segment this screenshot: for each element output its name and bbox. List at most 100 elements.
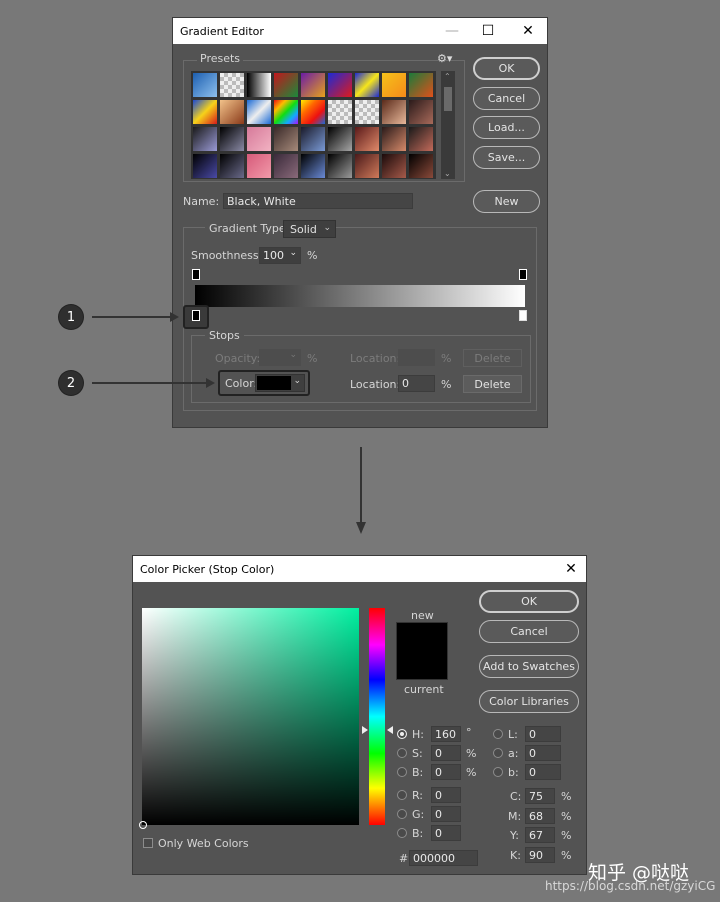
color-stop-right[interactable]: [519, 310, 527, 321]
preset-swatch[interactable]: [327, 126, 353, 152]
preset-swatch[interactable]: [300, 72, 326, 98]
opacity-stop-right[interactable]: [519, 269, 527, 280]
callout-marker-1: 1: [59, 305, 83, 329]
preset-swatch[interactable]: [192, 99, 218, 125]
preset-swatch[interactable]: [327, 99, 353, 125]
hue-pointer-right-icon[interactable]: [387, 726, 393, 734]
hue-pointer-left-icon[interactable]: [362, 726, 368, 734]
l-label: L:: [508, 728, 518, 741]
hex-input[interactable]: 000000: [409, 850, 478, 866]
preset-swatch[interactable]: [273, 72, 299, 98]
preset-swatch[interactable]: [408, 153, 434, 179]
only-web-colors-checkbox[interactable]: [143, 838, 153, 848]
m-input[interactable]: 68: [525, 808, 555, 824]
h-radio[interactable]: [397, 729, 407, 739]
preset-swatch[interactable]: [219, 72, 245, 98]
gradient-bar[interactable]: [195, 285, 525, 307]
opacity-input: ⌄: [259, 349, 301, 366]
preset-swatch[interactable]: [219, 99, 245, 125]
preset-swatch[interactable]: [273, 153, 299, 179]
k-input[interactable]: 90: [525, 847, 555, 863]
presets-scrollbar[interactable]: ⌃ ⌄: [441, 71, 455, 179]
b-input[interactable]: 0: [431, 764, 461, 780]
preset-swatch[interactable]: [381, 126, 407, 152]
preset-swatch[interactable]: [246, 99, 272, 125]
lab-b-radio[interactable]: [493, 767, 503, 777]
blue-input[interactable]: 0: [431, 825, 461, 841]
preset-swatch[interactable]: [354, 153, 380, 179]
preset-swatch[interactable]: [192, 153, 218, 179]
preset-swatch[interactable]: [300, 126, 326, 152]
scroll-up-icon[interactable]: ⌃: [444, 72, 451, 81]
save-button[interactable]: Save...: [473, 146, 540, 169]
preset-swatch[interactable]: [246, 126, 272, 152]
preset-swatch[interactable]: [192, 126, 218, 152]
close-icon[interactable]: ✕: [554, 556, 588, 582]
color-location-input[interactable]: 0: [398, 375, 435, 392]
load-button[interactable]: Load...: [473, 116, 540, 139]
g-input[interactable]: 0: [431, 806, 461, 822]
smoothness-input[interactable]: 100 ⌄: [259, 247, 301, 264]
h-input[interactable]: 160: [431, 726, 461, 742]
preset-swatch[interactable]: [246, 72, 272, 98]
scroll-thumb[interactable]: [444, 87, 452, 111]
ok-button[interactable]: OK: [479, 590, 579, 613]
minimize-icon[interactable]: —: [435, 18, 469, 44]
maximize-icon[interactable]: ☐: [471, 18, 505, 44]
color-libraries-button[interactable]: Color Libraries: [479, 690, 579, 713]
name-input[interactable]: Black, White: [223, 193, 413, 209]
gradient-type-select[interactable]: Solid ⌄: [283, 220, 336, 238]
preset-swatch[interactable]: [381, 153, 407, 179]
preset-swatch[interactable]: [219, 126, 245, 152]
l-radio[interactable]: [493, 729, 503, 739]
hex-label: #: [399, 852, 409, 865]
preset-swatch[interactable]: [300, 153, 326, 179]
close-icon[interactable]: ✕: [511, 18, 545, 44]
preset-swatch[interactable]: [354, 72, 380, 98]
preset-swatch[interactable]: [219, 153, 245, 179]
scroll-down-icon[interactable]: ⌄: [444, 169, 451, 178]
preset-swatch[interactable]: [273, 126, 299, 152]
s-radio[interactable]: [397, 748, 407, 758]
s-input[interactable]: 0: [431, 745, 461, 761]
a-input[interactable]: 0: [525, 745, 561, 761]
c-input[interactable]: 75: [525, 788, 555, 804]
g-radio[interactable]: [397, 809, 407, 819]
preset-swatch[interactable]: [408, 126, 434, 152]
r-radio[interactable]: [397, 790, 407, 800]
color-delete-button[interactable]: Delete: [463, 375, 522, 393]
a-radio[interactable]: [493, 748, 503, 758]
preset-swatch[interactable]: [273, 99, 299, 125]
b-radio[interactable]: [397, 767, 407, 777]
preset-swatch[interactable]: [408, 99, 434, 125]
lab-b-input[interactable]: 0: [525, 764, 561, 780]
color-field[interactable]: [142, 608, 359, 825]
color-swatch-select[interactable]: ⌄: [255, 374, 305, 392]
color-stop-left[interactable]: [192, 310, 200, 321]
preset-swatch[interactable]: [300, 99, 326, 125]
presets-gear-icon[interactable]: ⚙▾: [437, 52, 452, 65]
cancel-button[interactable]: Cancel: [479, 620, 579, 643]
hue-slider[interactable]: [369, 608, 385, 825]
new-button[interactable]: New: [473, 190, 540, 213]
callout-arrow-1: [92, 316, 172, 318]
m-label: M:: [508, 810, 522, 823]
preset-swatch[interactable]: [327, 153, 353, 179]
l-input[interactable]: 0: [525, 726, 561, 742]
preset-swatch[interactable]: [354, 99, 380, 125]
cancel-button[interactable]: Cancel: [473, 87, 540, 110]
add-to-swatches-button[interactable]: Add to Swatches: [479, 655, 579, 678]
preset-swatch[interactable]: [381, 99, 407, 125]
preset-swatch[interactable]: [327, 72, 353, 98]
preset-swatch[interactable]: [192, 72, 218, 98]
preset-swatch[interactable]: [246, 153, 272, 179]
preset-swatch[interactable]: [354, 126, 380, 152]
r-input[interactable]: 0: [431, 787, 461, 803]
opacity-stop-left[interactable]: [192, 269, 200, 280]
y-input[interactable]: 67: [525, 827, 555, 843]
preset-swatch[interactable]: [381, 72, 407, 98]
blue-radio[interactable]: [397, 828, 407, 838]
current-color-swatch[interactable]: [396, 651, 448, 680]
ok-button[interactable]: OK: [473, 57, 540, 80]
preset-swatch[interactable]: [408, 72, 434, 98]
